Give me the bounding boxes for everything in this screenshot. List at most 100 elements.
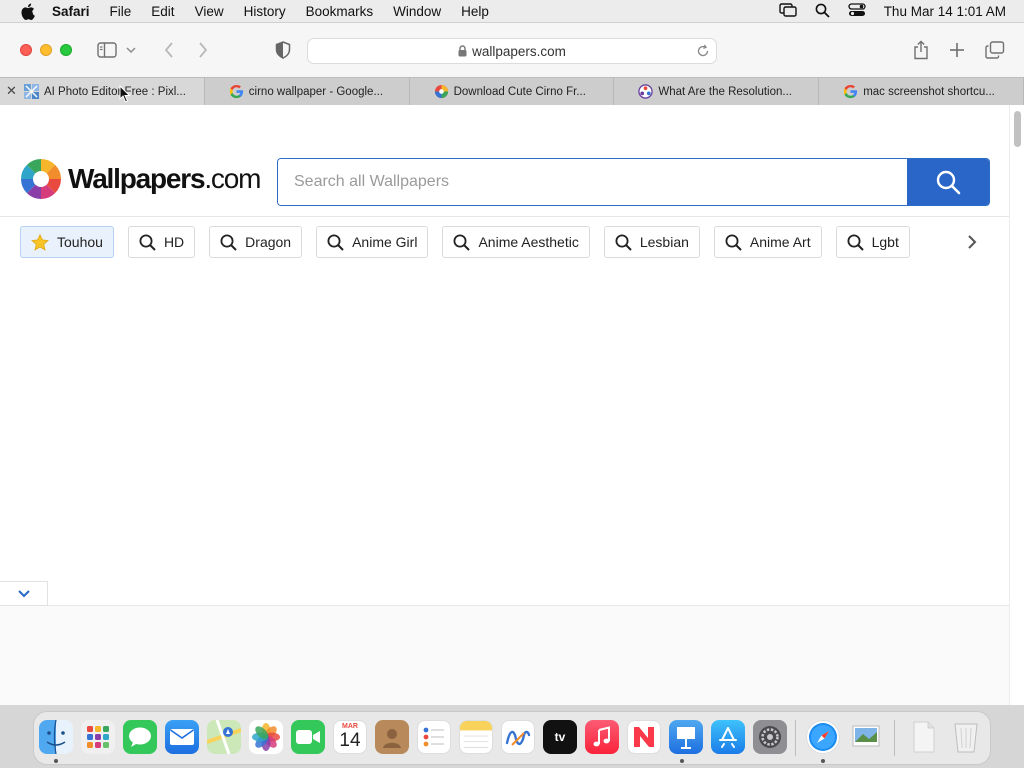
site-logo[interactable]: Wallpapers.com <box>20 158 261 200</box>
chip-touhou[interactable]: Touhou <box>20 226 114 258</box>
control-center-icon[interactable] <box>848 3 866 20</box>
music-icon[interactable] <box>585 720 619 754</box>
chevron-down-icon[interactable] <box>124 40 138 60</box>
finder-icon[interactable] <box>39 720 73 754</box>
safari-running-indicator <box>821 759 825 763</box>
chevron-right-icon <box>968 235 977 249</box>
search-icon <box>453 234 471 251</box>
chip-label: Anime Art <box>749 234 811 250</box>
apple-menu-icon[interactable] <box>18 2 36 20</box>
search-button[interactable] <box>907 159 989 205</box>
menu-window[interactable]: Window <box>393 4 441 19</box>
footer-band <box>0 605 1009 705</box>
tab-mac-screenshot[interactable]: mac screenshot shortcu... <box>819 78 1024 105</box>
freeform-icon[interactable] <box>501 720 535 754</box>
tab-resolution[interactable]: What Are the Resolution... <box>614 78 820 105</box>
address-bar[interactable]: wallpapers.com <box>307 38 717 64</box>
facetime-icon[interactable] <box>291 720 325 754</box>
tab-google-cirno[interactable]: cirno wallpaper - Google... <box>204 78 410 105</box>
menu-bar: Safari File Edit View History Bookmarks … <box>0 0 1024 23</box>
chip-anime-aesthetic[interactable]: Anime Aesthetic <box>442 226 590 258</box>
tab-pixlr[interactable]: ✕ AI Photo Editor Free : Pixl... <box>0 78 205 105</box>
back-button-icon[interactable] <box>158 40 180 60</box>
app-store-icon[interactable] <box>711 720 745 754</box>
chip-label: Anime Girl <box>352 234 418 250</box>
safari-icon[interactable] <box>806 720 840 754</box>
dock-separator <box>894 720 895 756</box>
scrollbar-thumb[interactable] <box>1014 111 1021 147</box>
forward-button-icon[interactable] <box>192 40 214 60</box>
menu-app-safari[interactable]: Safari <box>52 4 90 19</box>
page-scrollbar[interactable] <box>1009 105 1024 705</box>
notes-icon[interactable] <box>459 720 493 754</box>
dock-separator <box>795 720 796 756</box>
calendar-day: 14 <box>339 730 361 751</box>
document-stack-icon[interactable] <box>907 720 941 754</box>
sidebar-toggle-icon[interactable] <box>96 40 118 60</box>
tab-download-cirno[interactable]: Download Cute Cirno Fr... <box>409 78 615 105</box>
search-icon <box>936 170 961 195</box>
chip-label: Lgbt <box>871 234 899 250</box>
chip-hd[interactable]: HD <box>127 226 196 258</box>
menu-edit[interactable]: Edit <box>151 4 174 19</box>
tab-close-icon[interactable]: ✕ <box>6 84 17 98</box>
window-close-button[interactable] <box>20 44 32 56</box>
contacts-icon[interactable] <box>375 720 409 754</box>
system-settings-icon[interactable] <box>753 720 787 754</box>
trash-icon[interactable] <box>949 720 983 754</box>
chips-scroll-right-button[interactable] <box>940 226 1004 258</box>
chip-anime-art[interactable]: Anime Art <box>713 226 822 258</box>
wallpapers-icon <box>434 84 448 99</box>
collapse-toggle-button[interactable] <box>0 581 48 606</box>
header-divider <box>0 216 1009 217</box>
chip-label: Lesbian <box>639 234 689 250</box>
tab-overview-icon[interactable] <box>984 40 1006 60</box>
mouse-cursor-icon <box>119 85 131 103</box>
search-icon <box>220 234 237 251</box>
share-icon[interactable] <box>910 40 932 60</box>
spotlight-search-icon[interactable] <box>815 3 830 21</box>
apple-tv-icon[interactable]: tv <box>543 720 577 754</box>
calendar-icon[interactable]: MAR 14 <box>333 720 367 754</box>
preview-icon[interactable] <box>849 720 883 754</box>
menu-history[interactable]: History <box>244 4 286 19</box>
maps-icon[interactable] <box>207 720 241 754</box>
chip-anime-girl[interactable]: Anime Girl <box>316 226 429 258</box>
url-text: wallpapers.com <box>472 43 566 59</box>
menu-clock[interactable]: Thu Mar 14 1:01 AM <box>884 4 1006 19</box>
keynote-running-indicator <box>680 759 684 763</box>
screen-mirroring-icon[interactable] <box>778 3 797 20</box>
photos-icon[interactable] <box>249 720 283 754</box>
new-tab-icon[interactable] <box>946 40 968 60</box>
search-icon <box>847 234 864 251</box>
menu-view[interactable]: View <box>195 4 224 19</box>
chip-lgbt[interactable]: Lgbt <box>835 226 910 258</box>
chip-label: Anime Aesthetic <box>478 234 579 250</box>
search-icon <box>725 234 742 251</box>
menu-bookmarks[interactable]: Bookmarks <box>306 4 374 19</box>
chip-dragon[interactable]: Dragon <box>209 226 303 258</box>
logo-wordmark: Wallpapers.com <box>68 163 261 194</box>
menu-file[interactable]: File <box>110 4 132 19</box>
reminders-icon[interactable] <box>417 720 451 754</box>
chevron-down-icon <box>17 589 30 597</box>
keynote-icon[interactable] <box>669 720 703 754</box>
tab-label: What Are the Resolution... <box>658 85 792 98</box>
finder-running-indicator <box>54 759 58 763</box>
window-zoom-button[interactable] <box>60 44 72 56</box>
reload-icon[interactable] <box>696 44 710 58</box>
launchpad-icon[interactable] <box>81 720 115 754</box>
color-wheel-logo-icon <box>21 159 61 199</box>
news-icon[interactable] <box>627 720 661 754</box>
mail-icon[interactable] <box>165 720 199 754</box>
tab-label: cirno wallpaper - Google... <box>248 85 384 98</box>
window-minimize-button[interactable] <box>40 44 52 56</box>
privacy-shield-icon[interactable] <box>272 40 294 60</box>
messages-icon[interactable] <box>123 720 157 754</box>
menu-help[interactable]: Help <box>461 4 489 19</box>
search-icon <box>139 234 156 251</box>
chip-lesbian[interactable]: Lesbian <box>603 226 700 258</box>
search-icon <box>327 234 344 251</box>
search-input[interactable] <box>278 159 907 205</box>
lock-icon <box>458 45 467 57</box>
